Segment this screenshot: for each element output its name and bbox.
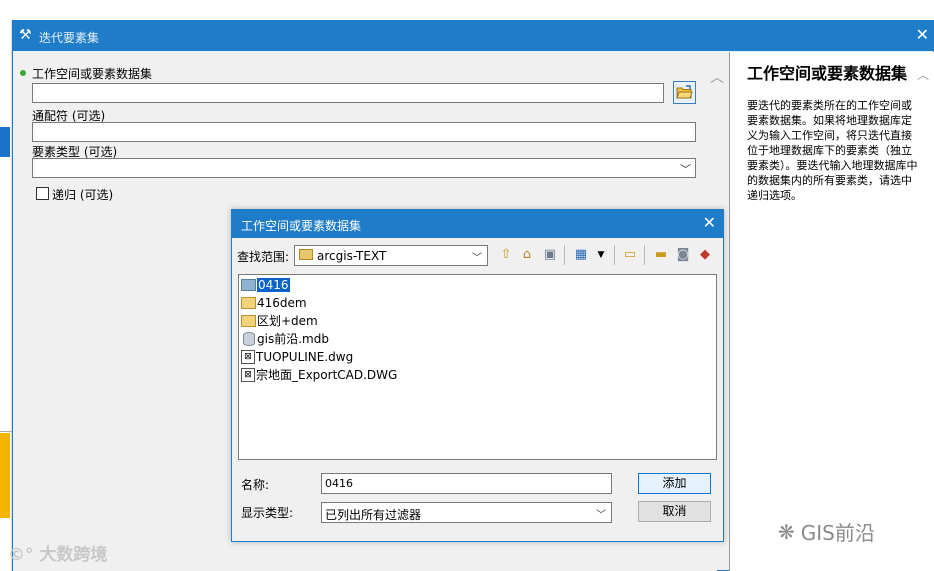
cad-file-icon: ⊠	[241, 349, 255, 364]
open-folder-icon	[676, 85, 693, 99]
look-in-select[interactable]: arcgis-TEXT ﹀	[294, 245, 488, 266]
help-panel: 工作空间或要素数据集 ︿ 要迭代的要素类所在的工作空间或要素数据集。如果将地理数…	[729, 52, 934, 571]
folder-icon	[241, 296, 256, 309]
database-icon	[243, 331, 255, 346]
name-value: 0416	[325, 477, 353, 490]
name-label: 名称:	[241, 478, 270, 492]
toolbox-icon[interactable]: ◆	[697, 247, 713, 263]
browse-button[interactable]	[673, 81, 696, 104]
up-one-level-icon[interactable]: ⇧	[498, 247, 514, 263]
watermark-right-text: GIS前沿	[800, 521, 875, 545]
file-name: 区划+dem	[257, 314, 318, 328]
background-accent	[0, 127, 10, 157]
chevron-down-icon: ﹀	[680, 163, 691, 176]
watermark-logo-icon: ©°	[8, 545, 34, 565]
folder-icon[interactable]: ▬	[653, 247, 669, 263]
file-name: TUOPULINE.dwg	[256, 349, 354, 364]
watermark-left: ©° 大数跨境	[8, 540, 107, 565]
folder-icon	[241, 278, 256, 291]
hammer-icon: ⚒	[19, 27, 32, 43]
file-name: 宗地面_ExportCAD.DWG	[256, 368, 398, 382]
chevron-down-icon: ﹀	[472, 253, 482, 264]
open-dialog: 工作空间或要素数据集 ✕ 查找范围: arcgis-TEXT ﹀ ⇧ ⌂ ▣ ▦…	[231, 209, 724, 542]
home-icon[interactable]: ⌂	[519, 247, 535, 263]
window-titlebar: ⚒ 迭代要素集 ✕	[13, 21, 933, 51]
background-accent-yellow	[0, 433, 10, 518]
recursive-checkbox[interactable]	[36, 187, 49, 200]
toolbar-separator	[564, 245, 565, 265]
list-item[interactable]: 416dem	[241, 294, 307, 311]
background-divider	[0, 431, 12, 432]
recursive-label: 递归 (可选)	[52, 188, 114, 202]
look-in-value: arcgis-TEXT	[317, 249, 387, 263]
chevron-down-icon[interactable]: ▼	[593, 247, 609, 263]
workspace-input[interactable]	[32, 83, 664, 103]
database-icon[interactable]: ◙	[675, 247, 691, 263]
folder-icon	[299, 249, 313, 260]
show-type-label: 显示类型:	[241, 506, 294, 520]
required-indicator-icon	[20, 70, 26, 76]
scroll-up-icon[interactable]: ︿	[917, 66, 929, 83]
chevron-down-icon: ﹀	[596, 510, 606, 521]
wechat-icon: ❋	[778, 519, 795, 544]
help-title: 工作空间或要素数据集	[747, 64, 908, 83]
background-strip	[0, 0, 934, 20]
dialog-titlebar: 工作空间或要素数据集 ✕	[232, 210, 723, 238]
toolbar-separator	[614, 245, 615, 265]
watermark-right: ❋ GIS前沿	[778, 517, 875, 546]
file-name: 0416	[257, 277, 290, 292]
help-text: 要迭代的要素类所在的工作空间或要素数据集。如果将地理数据库定义为输入工作空间，将…	[747, 99, 918, 202]
scroll-up-icon[interactable]: ︿	[710, 67, 724, 87]
dialog-title: 工作空间或要素数据集	[241, 219, 362, 233]
background-window-edge	[0, 20, 12, 571]
list-item[interactable]: 区划+dem	[241, 312, 318, 329]
look-in-label: 查找范围:	[237, 250, 290, 264]
name-input[interactable]: 0416	[321, 473, 612, 494]
list-item[interactable]: 0416	[241, 276, 290, 293]
file-name: 416dem	[257, 295, 307, 310]
close-icon[interactable]: ✕	[916, 25, 929, 44]
connect-folder-icon[interactable]: ▣	[542, 247, 558, 263]
cancel-button[interactable]: 取消	[638, 501, 711, 522]
file-list[interactable]: 0416 416dem 区划+dem gis前沿.mdb ⊠ TUOPULINE…	[238, 274, 717, 460]
watermark-left-text: 大数跨境	[39, 545, 108, 565]
folder-icon	[241, 314, 256, 327]
list-item[interactable]: ⊠ 宗地面_ExportCAD.DWG	[241, 366, 397, 383]
file-name: gis前沿.mdb	[257, 332, 329, 346]
toolbar-separator	[644, 245, 645, 265]
new-folder-icon[interactable]: ▭	[622, 247, 638, 263]
list-item[interactable]: ⊠ TUOPULINE.dwg	[241, 348, 353, 365]
view-list-icon[interactable]: ▦	[573, 247, 589, 263]
window-title: 迭代要素集	[39, 31, 100, 45]
cad-file-icon: ⊠	[241, 367, 255, 382]
show-type-value: 已列出所有过滤器	[325, 508, 422, 522]
close-icon[interactable]: ✕	[703, 213, 716, 232]
list-item[interactable]: gis前沿.mdb	[241, 330, 329, 347]
workspace-label: 工作空间或要素数据集	[32, 67, 153, 81]
add-button[interactable]: 添加	[638, 473, 711, 494]
show-type-select[interactable]: 已列出所有过滤器 ﹀	[321, 502, 612, 523]
wildcard-input[interactable]	[32, 122, 696, 142]
feature-type-select[interactable]: ﹀	[32, 158, 696, 178]
